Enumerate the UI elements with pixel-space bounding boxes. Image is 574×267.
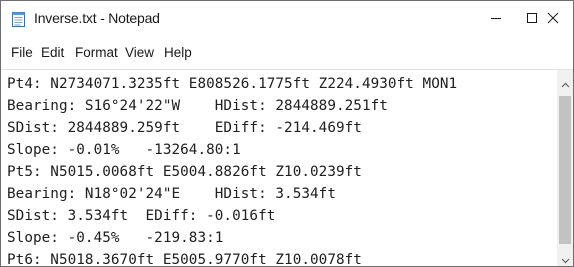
scroll-down-button[interactable] xyxy=(557,254,573,266)
close-icon xyxy=(547,11,559,27)
text-line: Bearing: S16°24'22"W HDist: 2844889.251f… xyxy=(7,98,388,114)
scroll-thumb[interactable] xyxy=(559,96,571,244)
menu-bar: File Edit Format View Help xyxy=(1,37,573,69)
text-line: SDist: 2844889.259ft EDiff: -214.469ft xyxy=(7,120,362,136)
close-button[interactable] xyxy=(533,1,573,37)
notepad-window: Inverse.txt - Notepad File Edit Format V… xyxy=(0,0,574,267)
menu-file[interactable]: File xyxy=(11,45,33,60)
text-line: Slope: -0.45% -219.83:1 xyxy=(7,230,224,246)
minimize-icon xyxy=(490,11,502,27)
text-line: Slope: -0.01% -13264.80:1 xyxy=(7,142,241,158)
text-editor-area[interactable]: Pt4: N2734071.3235ft E808526.1775ft Z224… xyxy=(1,69,557,267)
vertical-scrollbar[interactable] xyxy=(557,69,573,266)
menu-format[interactable]: Format xyxy=(75,45,118,60)
text-line: Pt6: N5018.3670ft E5005.9770ft Z10.0078f… xyxy=(7,252,362,267)
menu-edit[interactable]: Edit xyxy=(41,45,64,60)
notepad-icon xyxy=(12,11,25,27)
menu-view[interactable]: View xyxy=(125,45,154,60)
title-bar[interactable]: Inverse.txt - Notepad xyxy=(1,1,573,37)
text-line: Pt4: N2734071.3235ft E808526.1775ft Z224… xyxy=(7,76,458,92)
text-line: Bearing: N18°02'24"E HDist: 3.534ft xyxy=(7,186,336,202)
scroll-down-arrow-icon xyxy=(561,251,570,266)
text-line: SDist: 3.534ft EDiff: -0.016ft xyxy=(7,208,276,224)
menu-help[interactable]: Help xyxy=(164,45,192,60)
window-title: Inverse.txt - Notepad xyxy=(34,10,160,26)
text-line: Pt5: N5015.0068ft E5004.8826ft Z10.0239f… xyxy=(7,164,362,180)
scroll-up-arrow-icon xyxy=(561,75,570,93)
scroll-up-button[interactable] xyxy=(557,78,573,90)
